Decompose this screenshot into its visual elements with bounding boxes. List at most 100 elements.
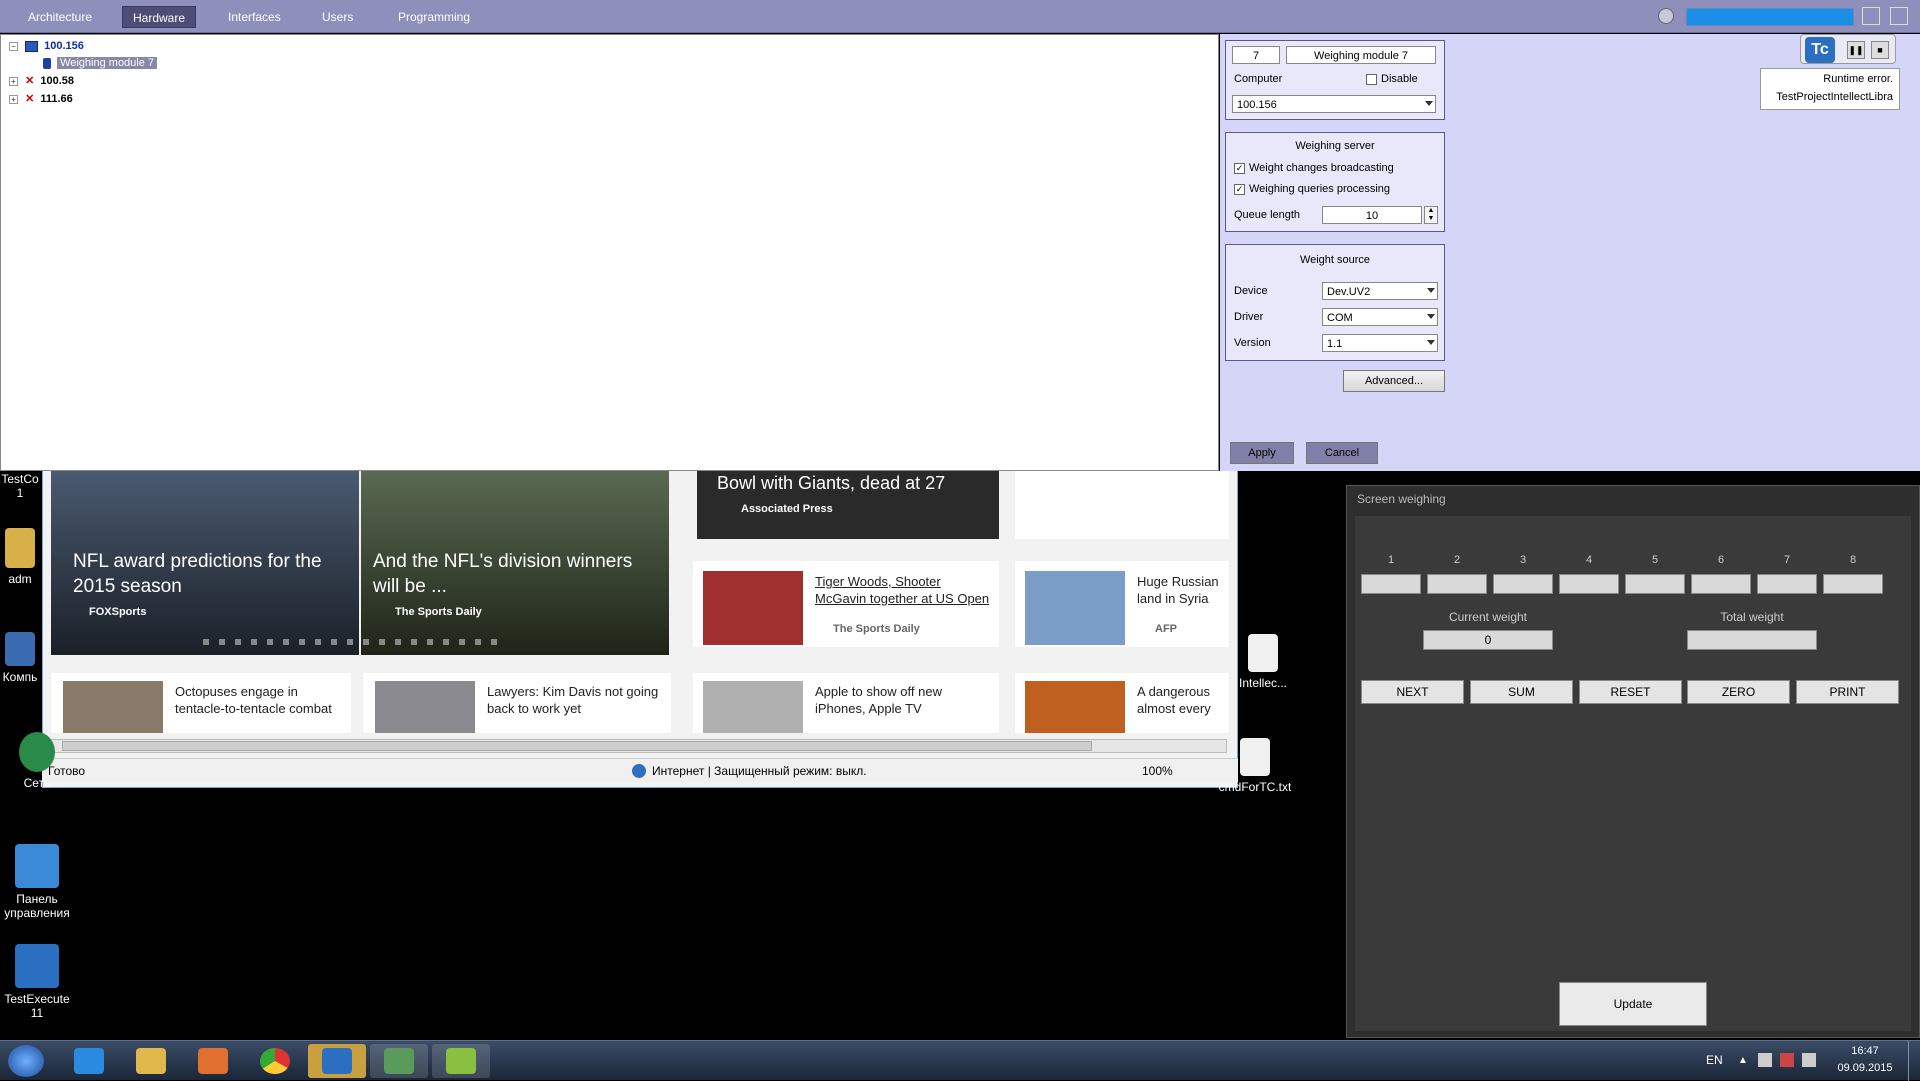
taskbar-media-player[interactable] — [184, 1044, 242, 1078]
taskbar-chrome[interactable] — [246, 1044, 304, 1078]
search-input[interactable] — [1686, 8, 1854, 26]
collapse-icon[interactable]: − — [9, 41, 18, 51]
card-title[interactable]: Lawyers: Kim Davis not going back to wor… — [487, 683, 667, 717]
tree-node-weighing-module[interactable]: Weighing module 7 — [43, 55, 158, 71]
news-card-kim-davis[interactable]: Lawyers: Kim Davis not going back to wor… — [363, 673, 671, 733]
taskbar-explorer[interactable] — [122, 1044, 180, 1078]
status-zone: Интернет | Защищенный режим: выкл. — [652, 764, 867, 778]
object-name-field[interactable]: Weighing module 7 — [1286, 46, 1436, 64]
weight-cell — [1757, 574, 1817, 594]
card-title[interactable]: Tiger Woods, Shooter McGavin together at… — [815, 573, 995, 607]
chevron-down-icon — [1427, 340, 1435, 345]
weight-source-group: Weight source Device Dev.UV2 Driver COM … — [1225, 244, 1445, 361]
queries-checkbox[interactable]: ✓ — [1234, 184, 1245, 195]
scrollbar-thumb[interactable] — [62, 741, 1092, 751]
next-button[interactable]: NEXT — [1361, 680, 1464, 704]
error-icon: ✕ — [25, 93, 35, 105]
driver-select[interactable]: COM — [1322, 308, 1438, 326]
news-card-octopus[interactable]: Octopuses engage in tentacle-to-tentacle… — [51, 673, 351, 733]
news-card-tiger[interactable]: Tiger Woods, Shooter McGavin together at… — [693, 561, 999, 647]
tab-users[interactable]: Users — [312, 6, 363, 28]
pause-icon[interactable]: ❚❚ — [1847, 41, 1865, 59]
news-top-card[interactable]: Bowl with Giants, dead at 27 Associated … — [697, 471, 999, 539]
hero-title: And the NFL's division winners will be .… — [373, 551, 633, 597]
language-indicator[interactable]: EN — [1706, 1053, 1723, 1067]
tab-programming[interactable]: Programming — [388, 6, 480, 28]
computer-select[interactable]: 100.156 — [1232, 95, 1436, 113]
desktop-icon-adm[interactable]: adm — [0, 528, 40, 586]
weight-cell — [1361, 574, 1421, 594]
tree-node-111-66[interactable]: + ✕ 111.66 — [9, 91, 73, 107]
desktop-icon-control-panel[interactable]: Панель управления — [0, 844, 74, 920]
project-label: TestProjectIntellectLibra — [1776, 91, 1893, 103]
reset-button[interactable]: RESET — [1579, 680, 1682, 704]
stop-icon[interactable]: ■ — [1871, 41, 1889, 59]
card-title[interactable]: A dangerous almost every — [1137, 683, 1227, 719]
tree-node-label: 111.66 — [40, 93, 73, 105]
weight-cell — [1625, 574, 1685, 594]
clock-time[interactable]: 16:47 — [1830, 1045, 1900, 1057]
taskbar-ie[interactable] — [60, 1044, 118, 1078]
desktop-icon-computer[interactable]: Компь — [0, 632, 40, 684]
update-button[interactable]: Update — [1559, 982, 1707, 1026]
start-button[interactable] — [8, 1045, 44, 1077]
disable-label: Disable — [1381, 73, 1418, 85]
carousel-dots[interactable] — [203, 639, 503, 645]
news-hero-1[interactable]: NFL award predictions for the 2015 seaso… — [51, 471, 359, 655]
computer-icon — [5, 632, 35, 666]
zero-button[interactable]: ZERO — [1687, 680, 1790, 704]
queue-length-input[interactable]: 10 — [1322, 206, 1422, 224]
taskbar-app[interactable] — [370, 1044, 428, 1078]
desktop-icon-cmdfortc[interactable]: cmdForTC.txt — [1210, 738, 1300, 794]
horizontal-scrollbar[interactable] — [47, 739, 1227, 753]
expand-icon[interactable]: + — [9, 76, 18, 86]
clock-date[interactable]: 09.09.2015 — [1830, 1062, 1900, 1074]
monitor-icon[interactable] — [1802, 1053, 1816, 1067]
desktop-icon-network[interactable]: Сеть — [0, 732, 74, 790]
advanced-button[interactable]: Advanced... — [1343, 370, 1445, 392]
object-id-field[interactable]: 7 — [1232, 46, 1280, 64]
zoom-level[interactable]: 100% — [1142, 764, 1173, 778]
show-desktop-button[interactable] — [1908, 1041, 1920, 1081]
desktop-icon-label: TestExecute 11 — [4, 992, 70, 1020]
queue-stepper[interactable]: ▲ ▼ — [1424, 206, 1438, 224]
show-hidden-icons[interactable]: ▲ — [1738, 1055, 1748, 1066]
driver-label: Driver — [1234, 311, 1264, 323]
card-title[interactable]: Huge Russian land in Syria — [1137, 573, 1227, 609]
settings-icon[interactable] — [1658, 8, 1674, 24]
news-card-russian[interactable]: Huge Russian land in Syria AFP — [1015, 561, 1229, 647]
news-hero-2[interactable]: And the NFL's division winners will be .… — [361, 471, 669, 655]
grid-icon[interactable] — [1862, 7, 1880, 25]
tree-node-100-156[interactable]: − 100.156 — [9, 38, 84, 54]
news-card-empty — [1015, 471, 1229, 539]
desktop-icon-intellec[interactable]: Intellec... — [1218, 634, 1308, 690]
broadcast-checkbox[interactable]: ✓ — [1234, 163, 1245, 174]
apply-button[interactable]: Apply — [1230, 442, 1294, 464]
volume-icon[interactable] — [1758, 1053, 1772, 1067]
version-select[interactable]: 1.1 — [1322, 334, 1438, 352]
desktop-icon-testexecute[interactable]: TestExecute 11 — [0, 944, 74, 1020]
network-error-icon[interactable] — [1780, 1053, 1794, 1067]
sum-button[interactable]: SUM — [1470, 680, 1573, 704]
device-select[interactable]: Dev.UV2 — [1322, 282, 1438, 300]
tab-hardware[interactable]: Hardware — [122, 6, 197, 28]
news-card-dangerous[interactable]: A dangerous almost every — [1015, 673, 1229, 733]
taskbar-testcomplete[interactable] — [308, 1044, 366, 1078]
print-button[interactable]: PRINT — [1796, 680, 1899, 704]
menu-icon[interactable] — [1890, 7, 1908, 25]
tree-node-100-58[interactable]: + ✕ 100.58 — [9, 73, 74, 89]
card-title[interactable]: Octopuses engage in tentacle-to-tentacle… — [175, 683, 351, 717]
disable-checkbox[interactable] — [1366, 74, 1377, 85]
tab-interfaces[interactable]: Interfaces — [218, 6, 291, 28]
tab-architecture[interactable]: Architecture — [18, 6, 102, 28]
desktop-icon-testco[interactable]: TestCo 1 — [0, 472, 40, 500]
properties-panel: 7 Weighing module 7 Computer Disable 100… — [1220, 34, 1920, 471]
taskbar-chart-app[interactable] — [432, 1044, 490, 1078]
expand-icon[interactable]: + — [9, 94, 18, 104]
card-source: AFP — [1155, 623, 1177, 635]
news-card-apple[interactable]: Apple to show off new iPhones, Apple TV — [693, 673, 999, 733]
card-title[interactable]: Apple to show off new iPhones, Apple TV — [815, 683, 985, 717]
cancel-button[interactable]: Cancel — [1306, 442, 1378, 464]
desktop-icon-label: Компь — [2, 670, 38, 684]
chevron-down-icon — [1425, 101, 1433, 106]
